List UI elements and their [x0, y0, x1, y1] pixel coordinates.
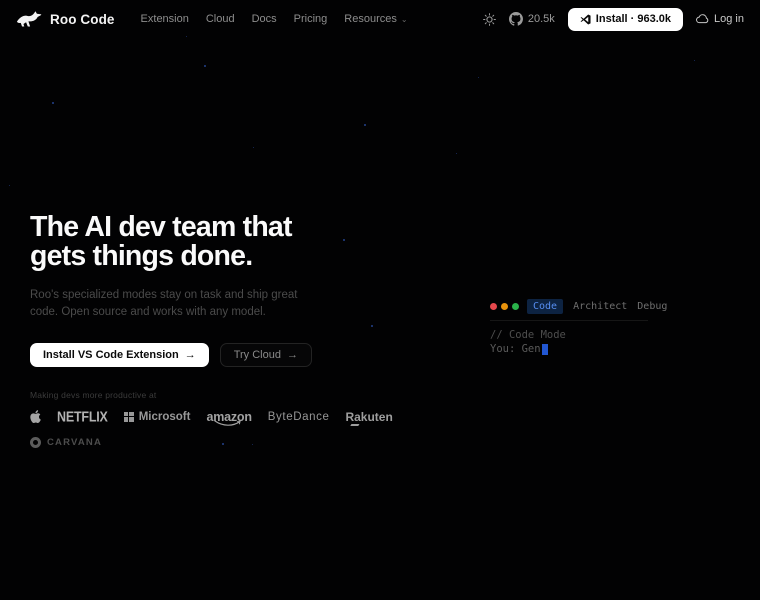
- text-cursor: [541, 343, 548, 355]
- install-button-label: Install · 963.0k: [595, 13, 672, 25]
- star-particle: [478, 77, 479, 78]
- star-particle: [694, 60, 695, 61]
- maximize-window-icon: [512, 303, 519, 310]
- star-particle: [52, 102, 54, 104]
- window-traffic-lights: [490, 303, 519, 310]
- mode-tabs: Code Architect Debug: [527, 299, 667, 314]
- rakuten-wordmark: Rakuten: [345, 409, 393, 424]
- install-extension-button[interactable]: Install VS Code Extension →: [30, 342, 209, 367]
- apple-logo: [30, 410, 41, 424]
- github-icon: [508, 12, 523, 26]
- tab-code[interactable]: Code: [527, 299, 564, 314]
- vscode-icon: [580, 13, 591, 25]
- brand-home-link[interactable]: Roo Code: [16, 10, 115, 28]
- carvana-logo: Carvana: [30, 436, 103, 448]
- star-particle: [364, 124, 366, 126]
- arrow-right-icon: →: [184, 348, 196, 361]
- page-title: The AI dev team that gets things done.: [30, 211, 340, 273]
- tab-architect[interactable]: Architect: [573, 299, 627, 314]
- star-particle: [204, 65, 206, 67]
- cloud-icon: [696, 14, 709, 24]
- microsoft-grid-icon: [123, 411, 134, 422]
- nav-link-extension[interactable]: Extension: [141, 13, 189, 25]
- code-editor-mock: Code Architect Debug // Code Mode You: G…: [490, 299, 667, 356]
- cta-row: Install VS Code Extension → Try Cloud →: [30, 342, 340, 367]
- github-star-count: 20.5k: [527, 13, 555, 25]
- editor-divider: [490, 320, 648, 321]
- sun-icon: [482, 12, 496, 26]
- apple-icon: [30, 410, 41, 424]
- star-particle: [456, 153, 457, 154]
- close-window-icon: [490, 303, 497, 310]
- install-extension-label: Install VS Code Extension: [43, 348, 179, 361]
- nav-link-docs[interactable]: Docs: [252, 13, 277, 25]
- page-title-line1: The AI dev team that: [30, 211, 292, 243]
- login-link[interactable]: Log in: [696, 13, 744, 25]
- nav-link-resources[interactable]: Resources ⌄: [344, 13, 407, 25]
- star-particle: [253, 147, 254, 148]
- nav-link-resources-label: Resources: [344, 13, 397, 25]
- bytedance-logo: ByteDance: [267, 410, 330, 423]
- navbar-right: 20.5k Install · 963.0k Log in: [482, 7, 744, 31]
- minimize-window-icon: [501, 303, 508, 310]
- theme-toggle-button[interactable]: [482, 12, 496, 26]
- github-stars-link[interactable]: 20.5k: [508, 12, 555, 26]
- navbar: Roo Code Extension Cloud Docs Pricing Re…: [0, 0, 760, 38]
- hero-section: The AI dev team that gets things done. R…: [30, 211, 393, 448]
- roo-kangaroo-icon: [16, 11, 42, 27]
- tab-debug[interactable]: Debug: [637, 299, 667, 314]
- carvana-circle-icon: [30, 436, 41, 448]
- editor-header: Code Architect Debug: [490, 299, 667, 314]
- try-cloud-button[interactable]: Try Cloud →: [219, 342, 312, 367]
- star-particle: [371, 325, 373, 327]
- amazon-smile-icon: [214, 420, 242, 426]
- try-cloud-label: Try Cloud: [233, 348, 281, 361]
- chevron-down-icon: ⌄: [400, 15, 408, 24]
- code-prompt-line: You: Gen: [490, 342, 652, 356]
- nav-link-cloud[interactable]: Cloud: [206, 13, 235, 25]
- code-prompt-text: You: Gen: [490, 343, 541, 355]
- login-label: Log in: [714, 13, 744, 25]
- code-comment-line: // Code Mode: [490, 329, 566, 341]
- star-particle: [343, 239, 345, 241]
- netflix-logo: Netflix: [57, 408, 108, 425]
- page-title-line2: gets things done.: [30, 240, 253, 273]
- rakuten-logo: Rakuten: [345, 409, 393, 426]
- code-area: // Code Mode You: Gen: [490, 328, 652, 356]
- social-proof-label: Making devs more productive at: [30, 389, 157, 400]
- hero-subtitle: Roo's specialized modes stay on task and…: [30, 289, 298, 319]
- amazon-logo: Amazon: [206, 410, 252, 426]
- carvana-wordmark: Carvana: [47, 436, 103, 448]
- rakuten-underline: [351, 424, 360, 426]
- arrow-right-icon: →: [286, 348, 298, 361]
- microsoft-wordmark: Microsoft: [138, 410, 191, 423]
- microsoft-logo: Microsoft: [123, 410, 191, 423]
- star-particle: [9, 185, 10, 186]
- company-logos-row2: Carvana: [30, 436, 340, 448]
- page-background: Roo Code Extension Cloud Docs Pricing Re…: [0, 0, 760, 600]
- nav-link-pricing[interactable]: Pricing: [294, 13, 328, 25]
- nav-links: Extension Cloud Docs Pricing Resources ⌄: [141, 13, 408, 25]
- install-button[interactable]: Install · 963.0k: [567, 7, 684, 31]
- brand-name: Roo Code: [50, 11, 115, 27]
- company-logos-row: Netflix Microsoft Amazon ByteDance Rakut…: [30, 408, 393, 426]
